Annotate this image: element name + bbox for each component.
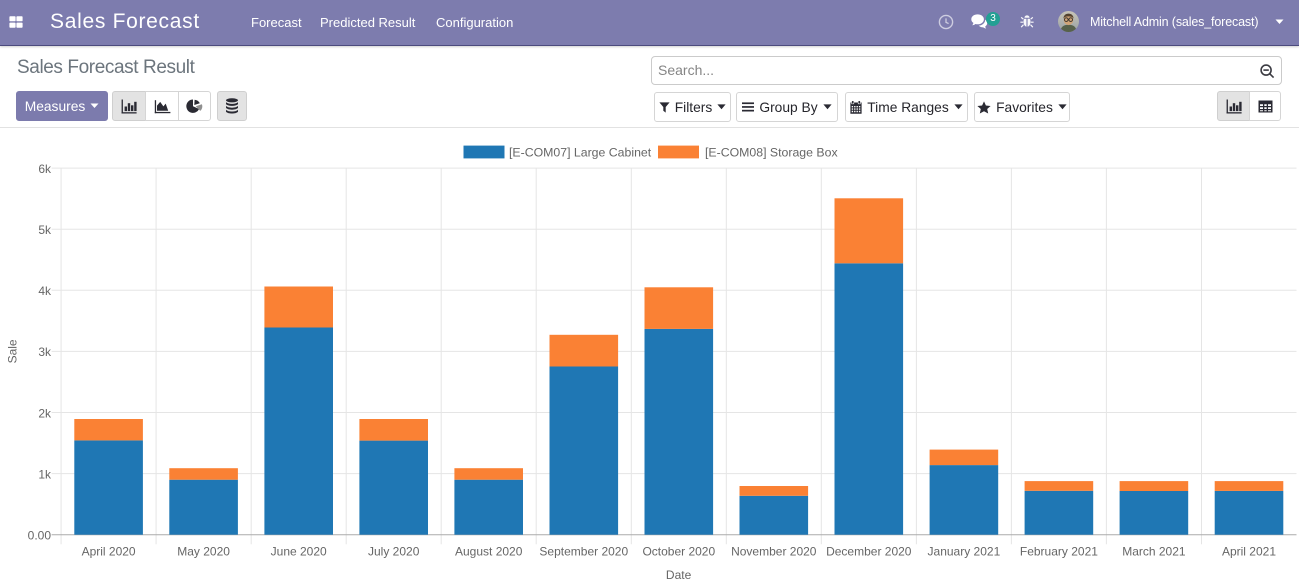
svg-text:6k: 6k bbox=[38, 162, 52, 176]
svg-text:July 2020: July 2020 bbox=[368, 545, 420, 559]
svg-text:February 2021: February 2021 bbox=[1020, 545, 1098, 559]
svg-text:3k: 3k bbox=[38, 345, 52, 359]
svg-text:September 2020: September 2020 bbox=[539, 545, 628, 559]
svg-text:April 2021: April 2021 bbox=[1222, 545, 1276, 559]
svg-text:June 2020: June 2020 bbox=[271, 545, 327, 559]
svg-text:October 2020: October 2020 bbox=[642, 545, 715, 559]
svg-text:Sale: Sale bbox=[6, 339, 20, 363]
svg-text:January 2021: January 2021 bbox=[928, 545, 1001, 559]
svg-text:2k: 2k bbox=[38, 406, 52, 420]
svg-text:5k: 5k bbox=[38, 223, 52, 237]
svg-text:May 2020: May 2020 bbox=[177, 545, 230, 559]
svg-text:0.00: 0.00 bbox=[28, 529, 52, 543]
svg-text:April 2020: April 2020 bbox=[82, 545, 136, 559]
svg-text:1k: 1k bbox=[38, 467, 52, 481]
svg-text:March 2021: March 2021 bbox=[1122, 545, 1186, 559]
svg-text:August 2020: August 2020 bbox=[455, 545, 523, 559]
svg-text:December 2020: December 2020 bbox=[826, 545, 912, 559]
svg-text:November 2020: November 2020 bbox=[731, 545, 817, 559]
svg-text:[E-COM08] Storage Box: [E-COM08] Storage Box bbox=[705, 146, 838, 160]
svg-text:Date: Date bbox=[666, 568, 692, 582]
svg-text:4k: 4k bbox=[38, 284, 52, 298]
svg-text:[E-COM07] Large Cabinet: [E-COM07] Large Cabinet bbox=[509, 146, 652, 160]
